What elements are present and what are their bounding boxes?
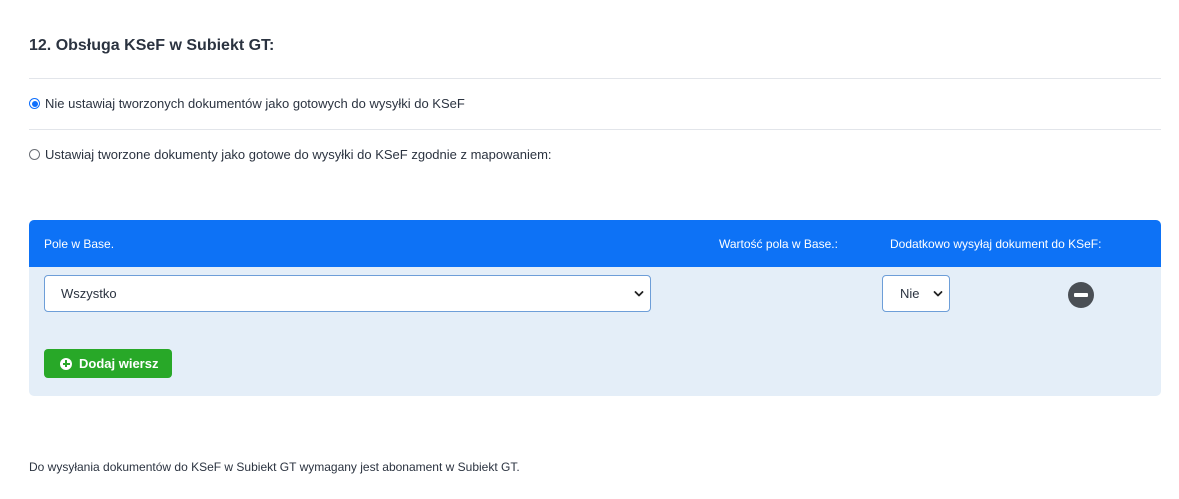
option-dont-set-ready[interactable]: Nie ustawiaj tworzonych dokumentów jako … <box>29 96 465 111</box>
header-value: Wartość pola w Base.: <box>719 237 838 251</box>
send-select-value: Nie <box>900 286 920 301</box>
radio-selected-icon[interactable] <box>29 98 40 109</box>
option-label: Nie ustawiaj tworzonych dokumentów jako … <box>45 96 465 111</box>
add-row-button[interactable]: Dodaj wiersz <box>44 349 172 378</box>
field-select-value: Wszystko <box>61 286 117 301</box>
divider-middle <box>29 129 1161 130</box>
option-label: Ustawiaj tworzone dokumenty jako gotowe … <box>45 147 552 162</box>
mapping-panel: Pole w Base. Wartość pola w Base.: Dodat… <box>29 220 1161 396</box>
section-title: 12. Obsługa KSeF w Subiekt GT: <box>29 37 275 54</box>
add-row-label: Dodaj wiersz <box>79 356 159 371</box>
radio-unselected-icon[interactable] <box>29 149 40 160</box>
divider-top <box>29 78 1161 79</box>
header-extra-send: Dodatkowo wysyłaj dokument do KSeF: <box>890 237 1102 251</box>
chevron-down-icon <box>933 290 943 296</box>
field-select[interactable]: Wszystko <box>44 275 651 312</box>
mapping-table-header: Pole w Base. Wartość pola w Base.: Dodat… <box>29 220 1161 267</box>
remove-row-icon[interactable] <box>1068 282 1094 308</box>
plus-circle-icon <box>60 357 72 370</box>
option-set-ready-mapping[interactable]: Ustawiaj tworzone dokumenty jako gotowe … <box>29 147 552 162</box>
send-select[interactable]: Nie <box>882 275 950 312</box>
chevron-down-icon <box>634 290 644 296</box>
subscription-note: Do wysyłania dokumentów do KSeF w Subiek… <box>29 460 520 474</box>
header-field: Pole w Base. <box>44 237 115 251</box>
